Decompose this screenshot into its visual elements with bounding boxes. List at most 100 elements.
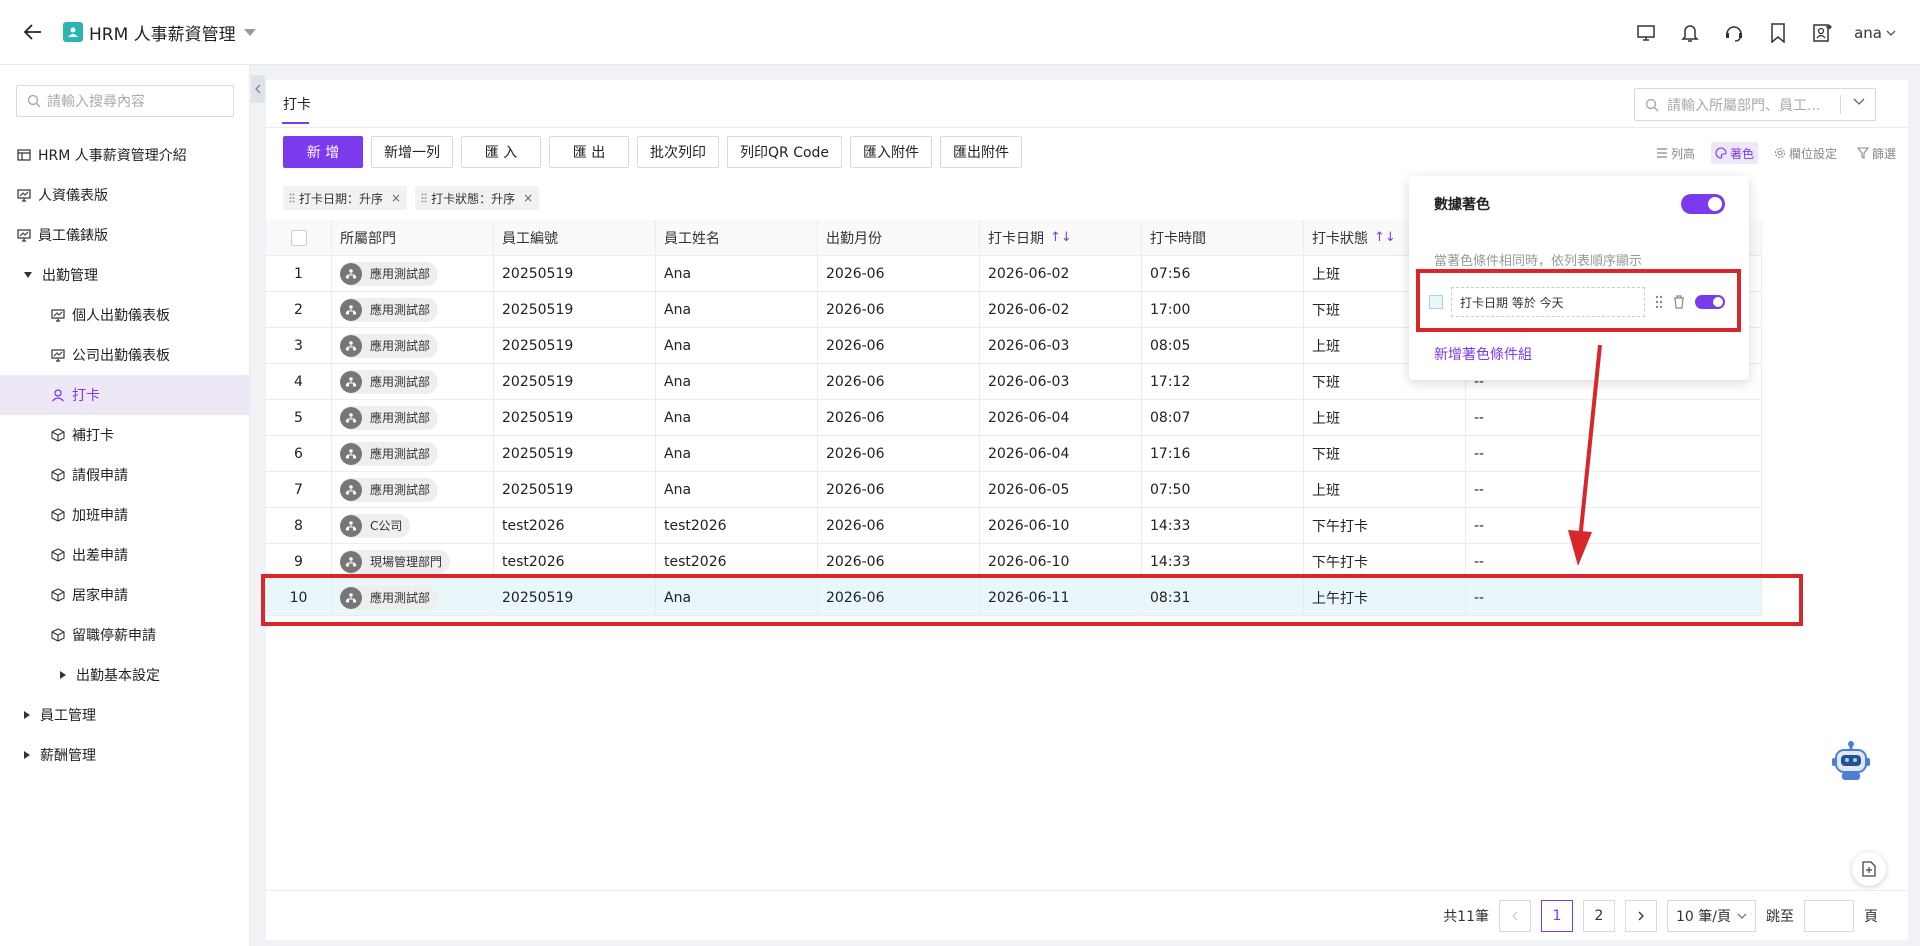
cell-name[interactable]: Ana (656, 364, 818, 399)
cell-dept[interactable]: 應用測試部 (332, 328, 494, 363)
sidebar-search-input[interactable]: 請輸入搜尋內容 (16, 85, 234, 117)
cell-time[interactable]: 08:05 (1142, 328, 1304, 363)
cell-dept[interactable]: 應用測試部 (332, 256, 494, 291)
cell-dept[interactable]: 應用測試部 (332, 436, 494, 471)
table-row[interactable]: 8 C公司 test2026 test2026 2026-06 2026-06-10 14:… (266, 508, 1762, 544)
column-header-2[interactable]: 員工編號 (494, 220, 656, 255)
document-float-button[interactable] (1852, 852, 1886, 886)
view-tool-2[interactable]: 欄位設定 (1770, 142, 1841, 164)
cell-no[interactable]: 7 (266, 472, 332, 507)
sidebar-item-14[interactable]: 員工管理 (0, 695, 250, 735)
sidebar-item-3[interactable]: 出勤管理 (0, 255, 250, 295)
drag-handle-icon[interactable] (421, 193, 427, 203)
goto-page-input[interactable] (1804, 900, 1854, 932)
view-tool-0[interactable]: 列高 (1652, 142, 1699, 164)
sidebar-item-0[interactable]: HRM 人事薪資管理介紹 (0, 135, 250, 175)
sort-icon[interactable]: ↑↓ (1050, 230, 1072, 245)
cell-time[interactable]: 07:56 (1142, 256, 1304, 291)
table-row[interactable]: 7 應用測試部 20250519 Ana 2026-06 2026-06-05 07:50 上… (266, 472, 1762, 508)
cell-no[interactable]: 1 (266, 256, 332, 291)
toolbar-button-4[interactable]: 批次列印 (637, 136, 719, 168)
cell-name[interactable]: Ana (656, 472, 818, 507)
cell-time[interactable]: 17:16 (1142, 436, 1304, 471)
cell-date[interactable]: 2026-06-02 (980, 292, 1142, 327)
column-header-3[interactable]: 員工姓名 (656, 220, 818, 255)
sidebar-item-6[interactable]: 打卡 (0, 375, 250, 415)
assistant-robot-icon[interactable] (1828, 738, 1874, 784)
cell-name[interactable]: Ana (656, 400, 818, 435)
cell-no[interactable]: 5 (266, 400, 332, 435)
tab-punch[interactable]: 打卡 (283, 94, 311, 114)
cell-dept[interactable]: 應用測試部 (332, 400, 494, 435)
page-button-1[interactable]: 1 (1541, 900, 1574, 932)
cell-month[interactable]: 2026-06 (818, 292, 980, 327)
sidebar-item-4[interactable]: 個人出勤儀表板 (0, 295, 250, 335)
column-header-0[interactable] (266, 220, 332, 255)
sidebar-item-11[interactable]: 居家申請 (0, 575, 250, 615)
toolbar-button-1[interactable]: 新增一列 (371, 136, 453, 168)
cell-dept[interactable]: C公司 (332, 508, 494, 543)
add-color-rule-link[interactable]: 新增著色條件組 (1434, 344, 1532, 364)
cell-name[interactable]: Ana (656, 328, 818, 363)
cell-status[interactable]: 上班 (1304, 400, 1466, 435)
cell-no[interactable]: 3 (266, 328, 332, 363)
close-icon[interactable]: × (391, 191, 401, 205)
cell-month[interactable]: 2026-06 (818, 364, 980, 399)
prev-page-button[interactable] (1499, 900, 1532, 932)
next-page-button[interactable] (1625, 900, 1658, 932)
cell-status[interactable]: 下午打卡 (1304, 508, 1466, 543)
sidebar-item-12[interactable]: 留職停薪申請 (0, 615, 250, 655)
sidebar-item-8[interactable]: 請假申請 (0, 455, 250, 495)
app-title[interactable]: HRM 人事薪資管理 (89, 20, 236, 45)
cell-name[interactable]: Ana (656, 436, 818, 471)
view-tool-1[interactable]: 著色 (1710, 142, 1758, 164)
toolbar-button-0[interactable]: 新 增 (283, 136, 363, 168)
user-menu[interactable]: ana (1854, 24, 1896, 42)
toolbar-button-7[interactable]: 匯出附件 (940, 136, 1023, 168)
cell-month[interactable]: 2026-06 (818, 508, 980, 543)
toolbar-button-5[interactable]: 列印QR Code (727, 136, 843, 168)
cell-date[interactable]: 2026-06-03 (980, 328, 1142, 363)
cell-emp_id[interactable]: 20250519 (494, 436, 656, 471)
cell-month[interactable]: 2026-06 (818, 400, 980, 435)
cell-name[interactable]: Ana (656, 292, 818, 327)
cell-time[interactable]: 17:00 (1142, 292, 1304, 327)
cell-emp_id[interactable]: test2026 (494, 508, 656, 543)
sidebar-collapse-button[interactable] (251, 75, 265, 103)
cell-time[interactable]: 08:07 (1142, 400, 1304, 435)
cell-no[interactable]: 2 (266, 292, 332, 327)
cell-time[interactable]: 14:33 (1142, 508, 1304, 543)
page-size-select[interactable]: 10 筆/頁 (1667, 900, 1756, 932)
cell-name[interactable]: test2026 (656, 508, 818, 543)
column-header-4[interactable]: 出勤月份 (818, 220, 980, 255)
cell-time[interactable]: 07:50 (1142, 472, 1304, 507)
back-arrow-icon[interactable] (18, 17, 48, 47)
toolbar-button-3[interactable]: 匯 出 (549, 136, 629, 168)
cell-no[interactable]: 8 (266, 508, 332, 543)
cell-dept[interactable]: 應用測試部 (332, 364, 494, 399)
cell-no[interactable]: 4 (266, 364, 332, 399)
sidebar-item-10[interactable]: 出差申請 (0, 535, 250, 575)
cell-time[interactable]: 17:12 (1142, 364, 1304, 399)
column-header-5[interactable]: 打卡日期 ↑↓ (980, 220, 1142, 255)
cell-date[interactable]: 2026-06-04 (980, 436, 1142, 471)
cell-date[interactable]: 2026-06-05 (980, 472, 1142, 507)
cell-emp_id[interactable]: 20250519 (494, 364, 656, 399)
select-all-checkbox[interactable] (290, 229, 307, 246)
cell-dept[interactable]: 應用測試部 (332, 472, 494, 507)
cell-date[interactable]: 2026-06-04 (980, 400, 1142, 435)
sidebar-item-7[interactable]: 補打卡 (0, 415, 250, 455)
toolbar-button-2[interactable]: 匯 入 (461, 136, 541, 168)
sidebar-item-9[interactable]: 加班申請 (0, 495, 250, 535)
cell-dept[interactable]: 應用測試部 (332, 292, 494, 327)
page-button-2[interactable]: 2 (1583, 900, 1616, 932)
app-switch-caret-icon[interactable] (243, 28, 256, 36)
cell-name[interactable]: Ana (656, 256, 818, 291)
column-header-6[interactable]: 打卡時間 (1142, 220, 1304, 255)
sidebar-item-13[interactable]: 出勤基本設定 (0, 655, 250, 695)
cell-status[interactable]: 下班 (1304, 436, 1466, 471)
cell-emp_id[interactable]: 20250519 (494, 292, 656, 327)
toolbar-button-6[interactable]: 匯入附件 (850, 136, 933, 168)
export-user-icon[interactable] (1810, 21, 1834, 45)
column-header-1[interactable]: 所屬部門 (332, 220, 494, 255)
